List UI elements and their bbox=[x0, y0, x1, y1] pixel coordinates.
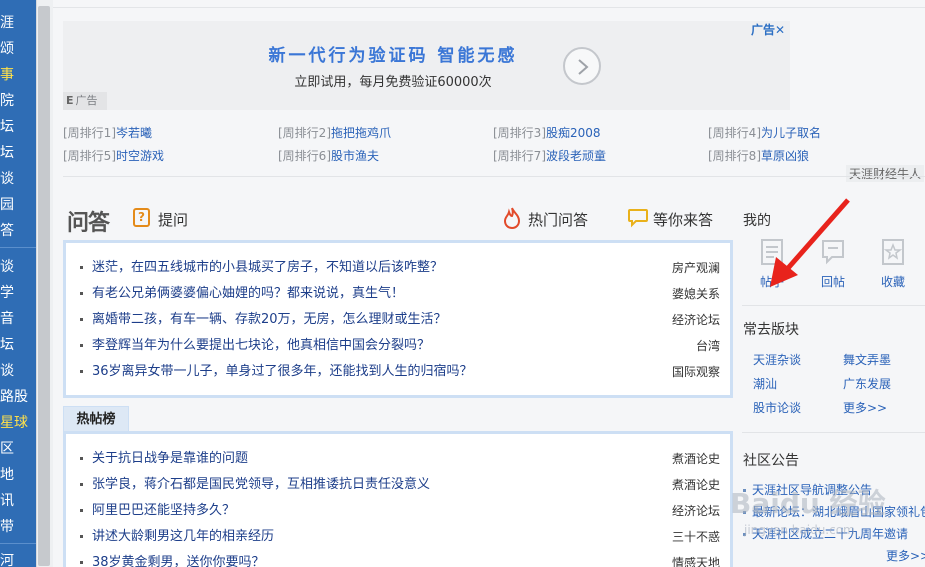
flame-icon bbox=[502, 207, 522, 232]
sidebar-divider bbox=[0, 247, 36, 248]
sidebar-item[interactable]: 答 bbox=[0, 222, 36, 240]
sidebar-item[interactable]: 院 bbox=[0, 92, 36, 110]
board-link[interactable]: 广东发展 bbox=[843, 375, 891, 392]
sidebar-item[interactable]: 园 bbox=[0, 196, 36, 214]
post-item[interactable]: 讲述大龄剩男这几年的相亲经历 三十不惑 bbox=[80, 527, 720, 547]
annotation-arrow-icon bbox=[770, 198, 850, 287]
ad-logo-label: 广告 bbox=[75, 94, 98, 107]
board-link[interactable]: 天涯杂谈 bbox=[753, 351, 801, 368]
boards-heading: 常去版块 bbox=[743, 322, 799, 338]
ad-banner[interactable]: 新一代行为验证码 智能无感 立即试用，每月免费验证60000次 广告✕ E 广告 bbox=[63, 21, 790, 110]
scrollbar-thumb[interactable] bbox=[38, 6, 50, 566]
ranking-item[interactable]: [周排行7]波段老顽童 bbox=[493, 147, 606, 164]
wait-answer-link[interactable]: 等你来答 bbox=[653, 209, 713, 230]
sidebar-item[interactable]: 星球 bbox=[0, 414, 36, 432]
ranking-item[interactable]: [周排行2]拖把拖鸡爪 bbox=[278, 124, 391, 141]
notices-more-link[interactable]: 更多>> bbox=[886, 547, 925, 564]
ad-close-button[interactable]: 广告✕ bbox=[751, 21, 785, 38]
question-item[interactable]: 36岁离异女带一儿子，单身过了很多年，还能找到人生的归宿吗？ 国际观察 bbox=[80, 362, 720, 382]
section-divider bbox=[742, 432, 925, 433]
ad-headline: 新一代行为验证码 智能无感 bbox=[268, 46, 518, 66]
sidebar-item[interactable]: 事 bbox=[0, 66, 36, 84]
chat-bubble-icon bbox=[627, 208, 649, 231]
ranking-item[interactable]: [周排行5]时空游戏 bbox=[63, 147, 164, 164]
sidebar-item[interactable]: 河 bbox=[0, 552, 36, 567]
boards-more-link[interactable]: 更多>> bbox=[843, 399, 887, 416]
top-divider bbox=[53, 7, 925, 8]
sidebar-item[interactable]: 音 bbox=[0, 310, 36, 328]
my-favorites-label: 收藏 bbox=[880, 275, 905, 289]
sidebar-item[interactable]: 带 bbox=[0, 518, 36, 536]
sidebar-item[interactable]: 谈 bbox=[0, 258, 36, 276]
question-list: 迷茫，在四五线城市的小县城买了房子，不知道以后该咋整？ 房产观澜 有老公兄弟俩婆婆… bbox=[63, 240, 733, 398]
board-link[interactable]: 舞文弄墨 bbox=[843, 351, 891, 368]
post-item[interactable]: 阿里巴巴还能坚持多久？ 经济论坛 bbox=[80, 501, 720, 521]
my-favorites-button[interactable]: 收藏 bbox=[873, 238, 913, 290]
sidebar-item[interactable]: 坛 bbox=[0, 144, 36, 162]
qa-logo: 问答 bbox=[67, 211, 110, 236]
chevron-right-icon[interactable] bbox=[563, 47, 601, 85]
tab-hot-posts[interactable]: 热帖榜 bbox=[63, 406, 129, 432]
question-item[interactable]: 有老公兄弟俩婆婆偏心妯娌的吗？都来说说，真生气！ 婆媳关系 bbox=[80, 284, 720, 304]
watermark: Baidu 经验 bbox=[730, 487, 886, 520]
ranking-item[interactable]: [周排行4]为儿子取名 bbox=[708, 124, 821, 141]
board-link[interactable]: 股市论谈 bbox=[753, 399, 801, 416]
sidebar-item[interactable]: 区 bbox=[0, 440, 36, 458]
question-item[interactable]: 迷茫，在四五线城市的小县城买了房子，不知道以后该咋整？ 房产观澜 bbox=[80, 258, 720, 278]
ranking-item[interactable]: [周排行6]股市渔夫 bbox=[278, 147, 379, 164]
sidebar-item[interactable]: 讯 bbox=[0, 492, 36, 510]
sidebar-item[interactable]: 地 bbox=[0, 466, 36, 484]
ad-subline: 立即试用，每月免费验证60000次 bbox=[294, 75, 492, 90]
sidebar-item[interactable]: 颂 bbox=[0, 40, 36, 58]
ranking-item[interactable]: [周排行1]岑若曦 bbox=[63, 124, 152, 141]
hot-qa-link[interactable]: 热门问答 bbox=[528, 209, 588, 230]
section-divider bbox=[742, 305, 925, 306]
sidebar-item[interactable]: 坛 bbox=[0, 336, 36, 354]
board-link[interactable]: 潮汕 bbox=[753, 375, 777, 392]
sidebar-item[interactable]: 学 bbox=[0, 284, 36, 302]
watermark-sub: jingyan.baidu.com bbox=[744, 523, 855, 537]
sidebar-item[interactable]: 谈 bbox=[0, 362, 36, 380]
notices-heading: 社区公告 bbox=[743, 453, 799, 469]
star-icon bbox=[882, 239, 904, 265]
left-sidebar: 涯 颂 事 院 坛 坛 谈 园 答 谈 学 音 坛 谈 路股 星球 区 地 讯 … bbox=[0, 0, 36, 567]
ranking-item[interactable]: [周排行8]草原凶狼 bbox=[708, 147, 809, 164]
ask-question-link[interactable]: 提问 bbox=[158, 209, 188, 230]
question-item[interactable]: 离婚带二孩，有车一辆、存款20万，无房，怎么理财或生活？ 经济论坛 bbox=[80, 310, 720, 330]
question-item[interactable]: 李登辉当年为什么要提出七块论，他真相信中国会分裂吗？ 台湾 bbox=[80, 336, 720, 356]
question-icon[interactable]: ? bbox=[133, 208, 150, 227]
ad-logo: E 广告 bbox=[63, 92, 107, 110]
finance-tag[interactable]: 天涯财经牛人 bbox=[846, 165, 925, 182]
post-item[interactable]: 张学良，蒋介石都是国民党领导，互相推诿抗日责任没意义 煮酒论史 bbox=[80, 475, 720, 495]
sidebar-item[interactable]: 涯 bbox=[0, 14, 36, 32]
sidebar-divider bbox=[0, 543, 36, 544]
sidebar-item[interactable]: 谈 bbox=[0, 170, 36, 188]
sidebar-item[interactable]: 坛 bbox=[0, 118, 36, 136]
post-item[interactable]: 关于抗日战争是靠谁的问题 煮酒论史 bbox=[80, 449, 720, 469]
ad-logo-mark: E bbox=[66, 94, 74, 107]
post-item[interactable]: 38岁黄金剩男，送你你要吗？ 情感天地 bbox=[80, 553, 720, 567]
sidebar-item[interactable]: 路股 bbox=[0, 388, 36, 406]
ranking-item[interactable]: [周排行3]股痴2008 bbox=[493, 124, 601, 141]
section-divider bbox=[63, 176, 925, 177]
hot-post-list: 关于抗日战争是靠谁的问题 煮酒论史 张学良，蒋介石都是国民党领导，互相推诿抗日责任… bbox=[63, 431, 733, 567]
